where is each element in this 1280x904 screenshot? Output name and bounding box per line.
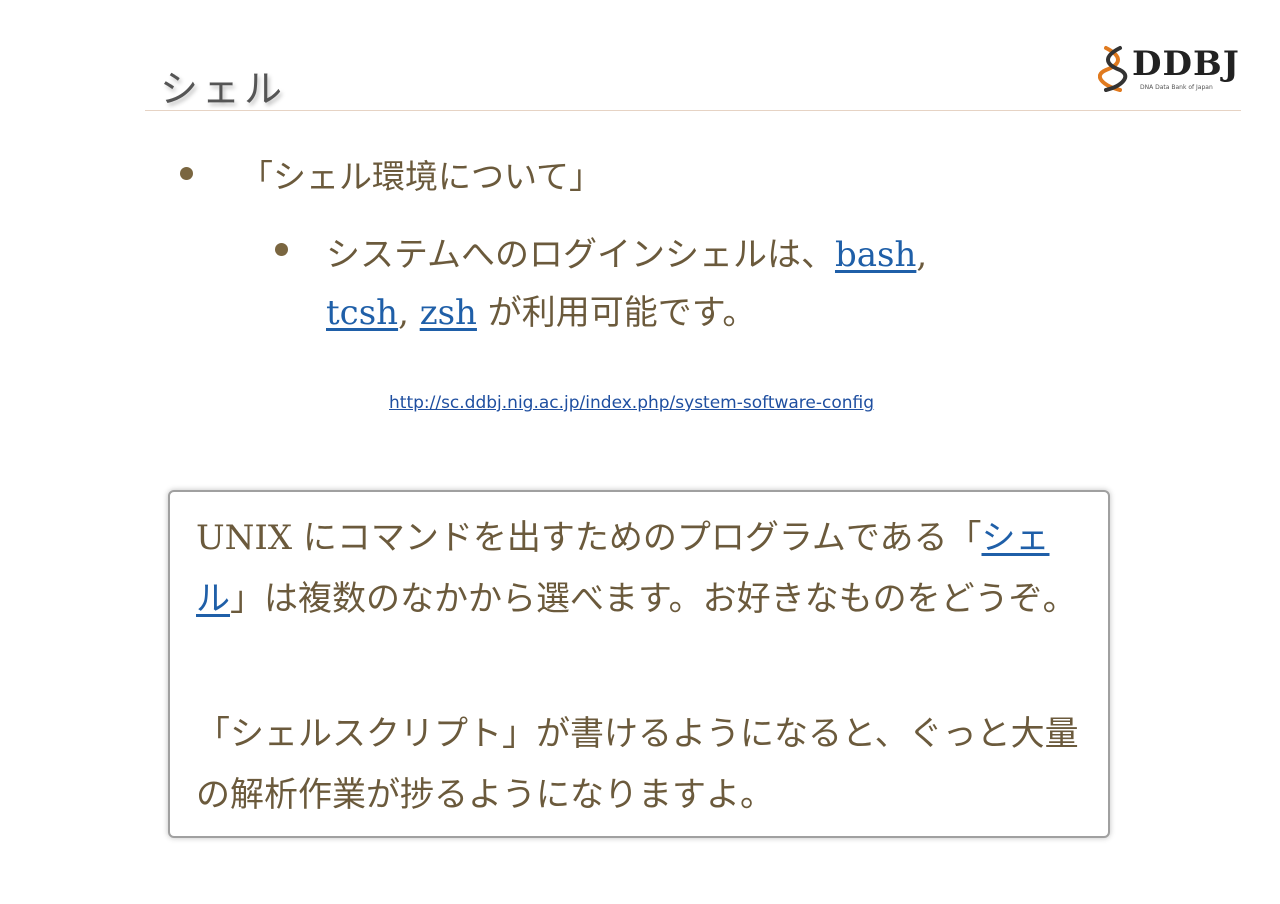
bullet-level1: 「シェル環境について」 — [240, 150, 602, 198]
bash-link[interactable]: bash — [835, 235, 916, 275]
note-paragraph-1: UNIX にコマンドを出すためのプログラムである「シェル」は複数のなかから選べま… — [196, 508, 1086, 630]
title-divider — [145, 110, 1241, 111]
bullet-dot-level2 — [275, 243, 288, 256]
zsh-link[interactable]: zsh — [420, 293, 477, 333]
dna-helix-icon — [1098, 46, 1128, 92]
logo-wordmark: DDBJ — [1132, 44, 1240, 84]
logo-subtitle: DNA Data Bank of Japan — [1140, 84, 1213, 91]
bullet-level2-suffix: が利用可能です。 — [476, 293, 757, 333]
note-p1-start: UNIX にコマンドを出すためのプログラムである「 — [196, 518, 982, 558]
bullet-level2-sep2: , — [398, 293, 420, 333]
tcsh-link[interactable]: tcsh — [326, 293, 398, 333]
slide-title: シェル — [160, 67, 287, 111]
bullet-dot-level1 — [180, 167, 193, 180]
note-paragraph-2: 「シェルスクリプト」が書けるようになると、ぐっと大量の解析作業が捗るようになりま… — [196, 714, 1079, 815]
system-software-config-link[interactable]: http://sc.ddbj.nig.ac.jp/index.php/syste… — [389, 393, 874, 413]
bullet-level2-prefix: システムへのログインシェルは、 — [326, 235, 835, 275]
bullet-level2: システムへのログインシェルは、bash, tcsh, zsh が利用可能です。 — [326, 226, 1066, 342]
ddbj-logo: DDBJ DNA Data Bank of Japan — [1098, 44, 1240, 96]
note-p1-end: 」は複数のなかから選べます。お好きなものをどうぞ。 — [230, 579, 1077, 619]
bullet-level2-sep1: , — [916, 235, 928, 275]
note-box: UNIX にコマンドを出すためのプログラムである「シェル」は複数のなかから選べま… — [168, 490, 1110, 838]
bullet-level1-text: 「シェル環境について」 — [240, 157, 603, 196]
